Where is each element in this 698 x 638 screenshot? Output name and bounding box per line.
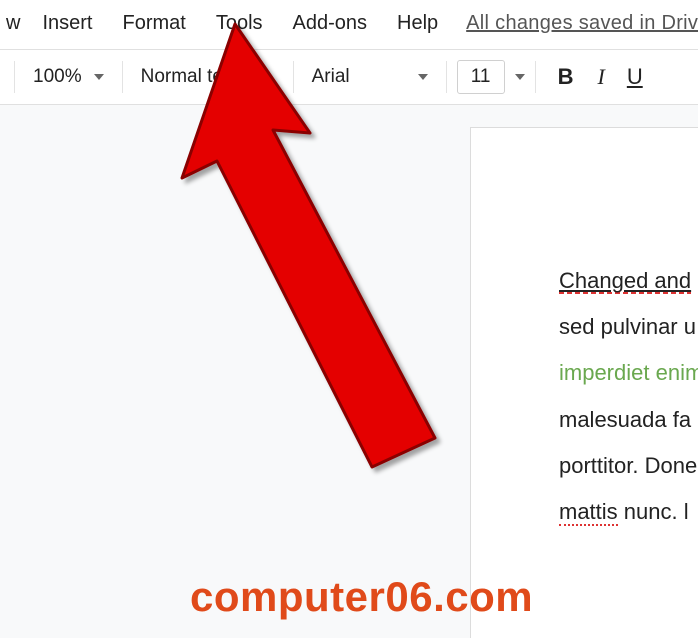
document-canvas: Changed and sed pulvinar u imperdiet eni… bbox=[0, 105, 698, 638]
toolbar-separator bbox=[14, 61, 15, 93]
italic-button[interactable]: I bbox=[586, 60, 617, 94]
toolbar: 100% Normal text Arial 11 B I U bbox=[0, 49, 698, 105]
menu-format[interactable]: Format bbox=[108, 8, 199, 39]
zoom-dropdown[interactable]: 100% bbox=[25, 62, 112, 92]
watermark-text: computer06.com bbox=[190, 573, 533, 621]
toolbar-separator bbox=[535, 61, 536, 93]
paragraph-style-dropdown[interactable]: Normal text bbox=[133, 62, 283, 92]
bold-button[interactable]: B bbox=[546, 60, 586, 94]
document-page[interactable]: Changed and sed pulvinar u imperdiet eni… bbox=[470, 127, 698, 638]
toolbar-separator bbox=[446, 61, 447, 93]
doc-word-spellerror: mattis bbox=[559, 499, 618, 526]
font-size-value: 11 bbox=[458, 66, 504, 88]
save-status[interactable]: All changes saved in Drive bbox=[456, 8, 698, 39]
doc-line: malesuada fa bbox=[559, 397, 698, 443]
doc-line: porttitor. Done bbox=[559, 443, 698, 489]
doc-heading: Changed and bbox=[559, 268, 691, 296]
menu-bar: w Insert Format Tools Add-ons Help All c… bbox=[0, 0, 698, 49]
font-family-dropdown[interactable]: Arial bbox=[304, 62, 436, 92]
underline-button[interactable]: U bbox=[617, 60, 653, 94]
toolbar-separator bbox=[122, 61, 123, 93]
font-size-input[interactable]: 11 bbox=[457, 60, 505, 94]
toolbar-separator bbox=[293, 61, 294, 93]
menu-help[interactable]: Help bbox=[383, 8, 452, 39]
doc-line: sed pulvinar u bbox=[559, 304, 698, 350]
menu-insert[interactable]: Insert bbox=[28, 8, 106, 39]
menu-tools[interactable]: Tools bbox=[202, 8, 277, 39]
paragraph-style-value: Normal text bbox=[141, 66, 238, 88]
font-family-value: Arial bbox=[312, 66, 350, 88]
menu-addons[interactable]: Add-ons bbox=[279, 8, 382, 39]
chevron-down-icon bbox=[94, 74, 104, 80]
menu-view-partial[interactable]: w bbox=[4, 8, 26, 39]
doc-line: mattis nunc. l bbox=[559, 489, 698, 535]
chevron-down-icon[interactable] bbox=[515, 74, 525, 80]
doc-line-tracked-change: imperdiet enim bbox=[559, 350, 698, 396]
zoom-value: 100% bbox=[33, 66, 82, 88]
chevron-down-icon bbox=[418, 74, 428, 80]
